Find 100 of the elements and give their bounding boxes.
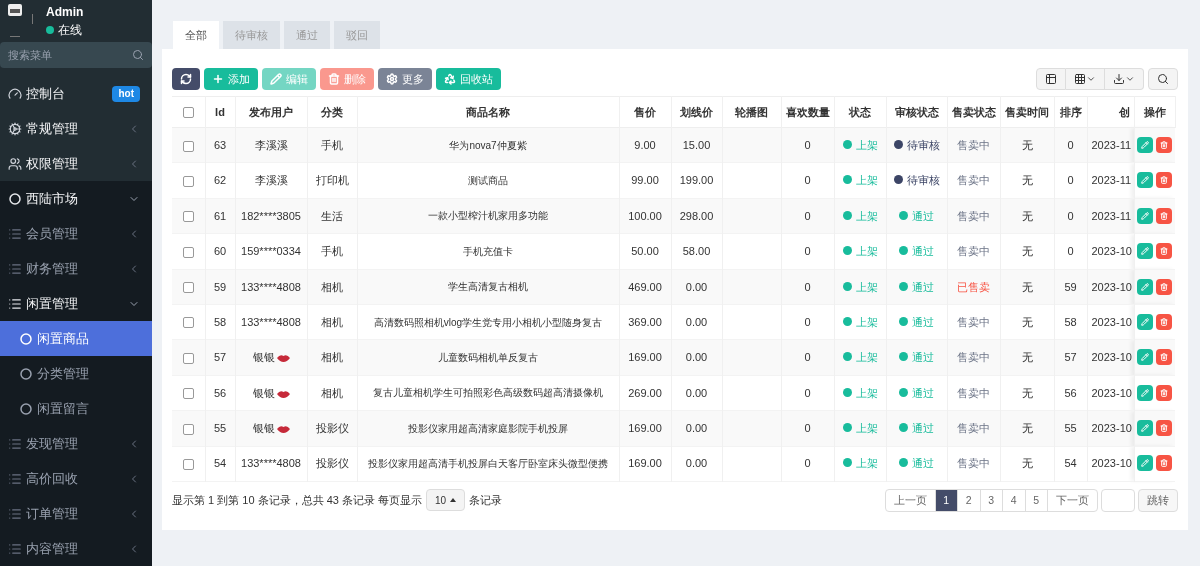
pencil-icon (1141, 211, 1150, 220)
edit-row-button[interactable] (1137, 420, 1154, 437)
delete-row-button[interactable] (1156, 136, 1173, 153)
delete-row-button[interactable] (1156, 349, 1173, 366)
table-cell: 儿童数码相机单反复古 (438, 352, 538, 364)
records-summary-end: 条记录 (469, 493, 503, 509)
more-button[interactable]: 更多 (378, 68, 432, 90)
table-view-button[interactable] (1036, 68, 1066, 90)
edit-row-button[interactable] (1137, 384, 1154, 401)
sidebar-item[interactable]: 西陆市场 (0, 181, 152, 216)
row-checkbox[interactable] (182, 211, 194, 223)
delete-row-button[interactable] (1156, 243, 1173, 260)
table-cell: 0 (1054, 198, 1087, 234)
export-button[interactable] (1105, 68, 1144, 90)
edit-row-button[interactable] (1137, 207, 1154, 224)
delete-row-button[interactable] (1156, 420, 1173, 437)
sidebar-item-label: 内容管理 (26, 539, 79, 558)
delete-row-button[interactable] (1156, 384, 1173, 401)
row-checkbox[interactable] (182, 246, 194, 258)
sidebar-item-label: 发现管理 (26, 434, 79, 453)
sidebar-item[interactable]: 会员管理 (0, 216, 152, 251)
gear-icon (8, 121, 22, 136)
edit-row-button[interactable] (1137, 349, 1154, 366)
edit-row-button[interactable] (1137, 172, 1154, 189)
next-page-button[interactable]: 下一页 (1048, 489, 1097, 511)
status-text: 上架 (855, 174, 878, 187)
filter-tab[interactable]: 全部 (173, 21, 219, 49)
column-header: 售卖时间 (1000, 96, 1054, 128)
sidebar-item[interactable]: 控制台 hot (0, 76, 152, 111)
pencil-icon (1141, 247, 1150, 256)
table-cell: 李溪溪 (254, 138, 288, 151)
edit-row-button[interactable] (1137, 278, 1154, 295)
table-cell: 投影仪 (307, 446, 357, 482)
page-button[interactable]: 3 (980, 489, 1003, 511)
page-button[interactable]: 5 (1025, 489, 1048, 511)
refresh-button[interactable] (172, 68, 200, 90)
column-header: 分类 (307, 96, 357, 128)
table-cell: 15.00 (671, 127, 722, 163)
delete-row-button[interactable] (1156, 172, 1173, 189)
sidebar-item[interactable]: 财务管理 (0, 251, 152, 286)
sidebar-item[interactable]: 高价回收 (0, 461, 152, 496)
row-checkbox[interactable] (182, 352, 194, 364)
row-checkbox[interactable] (182, 140, 194, 152)
edit-row-button[interactable] (1137, 243, 1154, 260)
table-cell: 298.00 (671, 198, 722, 234)
sidebar-item[interactable]: 内容管理 (0, 531, 152, 566)
row-checkbox[interactable] (182, 175, 194, 187)
delete-row-button[interactable] (1156, 207, 1173, 224)
prev-page-button[interactable]: 上一页 (885, 489, 936, 511)
edit-row-button[interactable] (1137, 313, 1154, 330)
table-cell: 0 (781, 304, 834, 340)
table-cell: 无 (1000, 198, 1054, 234)
table-cell: 2023-10 (1087, 233, 1134, 270)
sale-status-text: 售卖中 (957, 457, 990, 470)
sidebar-item-label: 控制台 (26, 84, 66, 103)
sidebar-item-label: 分类管理 (37, 364, 90, 383)
delete-row-button[interactable] (1156, 313, 1173, 330)
sidebar-item[interactable]: 闲置管理 (0, 286, 152, 321)
table-cell: 56 (1054, 375, 1087, 411)
list-icon (8, 261, 22, 276)
sidebar-item[interactable]: 常规管理 (0, 111, 152, 146)
sidebar-item[interactable]: 权限管理 (0, 146, 152, 181)
row-checkbox[interactable] (182, 388, 194, 400)
row-checkbox[interactable] (182, 282, 194, 294)
table-cell: 相机 (307, 375, 357, 411)
column-header: 操作 (1134, 96, 1175, 128)
status-text: 上架 (855, 245, 878, 258)
table-cell: 投影仪家用超高清手机投屏白天客厅卧室床头微型便携 (368, 458, 608, 470)
page-button[interactable]: 1 (935, 489, 958, 511)
table-cell: 55 (1054, 410, 1087, 446)
page-button[interactable]: 4 (1003, 489, 1026, 511)
status-text: 上架 (855, 422, 878, 435)
columns-button[interactable] (1066, 68, 1105, 90)
status-text: 上架 (855, 315, 878, 328)
page-size-dropdown[interactable]: 10 (426, 489, 466, 512)
sidebar-item[interactable]: 发现管理 (0, 426, 152, 461)
table-cell: 0 (781, 375, 834, 411)
column-header: 创 (1087, 96, 1134, 128)
row-checkbox[interactable] (182, 423, 194, 435)
edit-row-button[interactable] (1137, 455, 1154, 472)
sidebar-item[interactable]: 订单管理 (0, 496, 152, 531)
sidebar-item[interactable]: 闲置商品 (0, 321, 152, 356)
row-checkbox[interactable] (182, 459, 194, 471)
avatar-icon (8, 4, 34, 38)
sidebar-item[interactable]: 分类管理 (0, 356, 152, 391)
select-all-checkbox[interactable] (182, 107, 194, 119)
sale-status-text: 售卖中 (957, 386, 990, 399)
edit-row-button[interactable] (1137, 136, 1154, 153)
menu-search-field[interactable]: 搜索菜单 (0, 42, 152, 68)
sidebar-item[interactable]: 闲置留言 (0, 391, 152, 426)
list-icon (8, 436, 22, 451)
delete-row-button[interactable] (1156, 278, 1173, 295)
page-button[interactable]: 2 (958, 489, 981, 511)
table-cell: 打印机 (307, 162, 357, 199)
search-button[interactable] (1148, 68, 1178, 90)
table-cell: 银银 (252, 386, 275, 399)
page-jump-field[interactable] (1101, 488, 1135, 512)
delete-row-button[interactable] (1156, 455, 1173, 472)
row-checkbox[interactable] (182, 317, 194, 329)
jump-button[interactable]: 跳转 (1138, 488, 1178, 512)
